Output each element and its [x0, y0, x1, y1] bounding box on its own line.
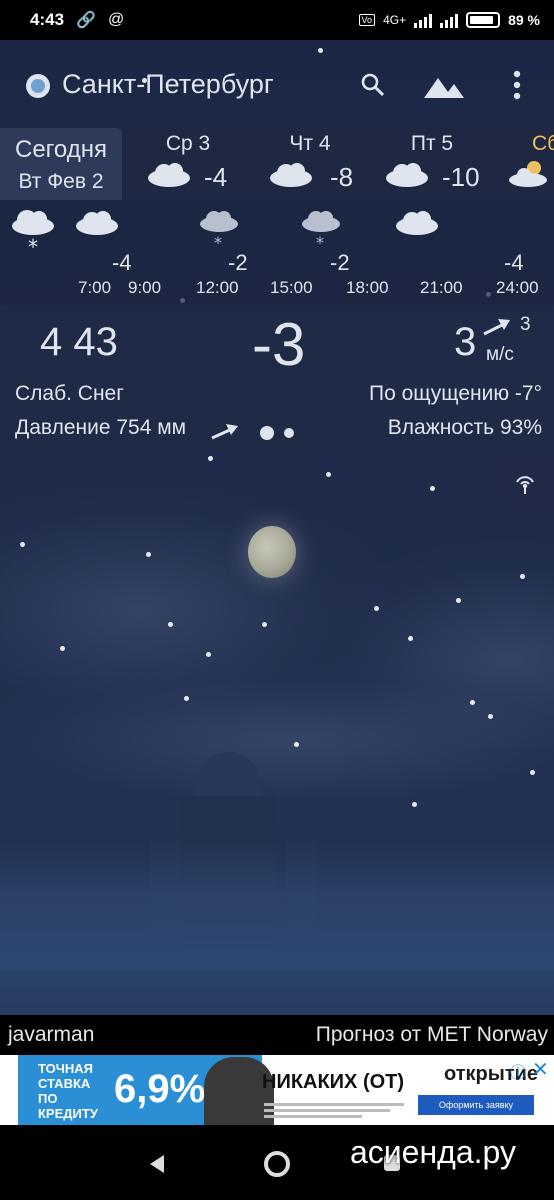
back-button[interactable] — [150, 1155, 164, 1173]
hourly-temp: -4 — [504, 250, 524, 275]
attribution-bar: javarman Прогноз от MET Norway — [0, 1015, 554, 1055]
river — [0, 970, 554, 1015]
today-date: Вт Фев 2 — [18, 170, 104, 193]
day-item[interactable]: Сб — [500, 132, 554, 156]
hourly-temp: -4 — [112, 250, 132, 275]
svg-text:*: * — [214, 233, 222, 250]
wind-value: 3 — [454, 320, 477, 364]
hourly-time: 12:00 — [196, 278, 239, 297]
cloud-icon — [270, 163, 312, 187]
hourly-time: 21:00 — [420, 278, 463, 297]
watermark: асиенда.ру — [350, 1134, 516, 1170]
weather-app: 4:43 🔗 @ Vo 4G+ 89 % Санкт-Петербург Сег… — [0, 0, 554, 1200]
partly-cloudy-icon — [509, 161, 547, 187]
hourly-time: 18:00 — [346, 278, 389, 297]
at-icon: @ — [107, 11, 125, 28]
page-indicator — [260, 426, 294, 440]
svg-text:*: * — [316, 233, 324, 250]
ad-close-icon[interactable]: ✕ — [532, 1057, 549, 1082]
author-link[interactable]: javarman — [8, 1023, 94, 1047]
status-time: 4:43 — [30, 10, 65, 29]
day-name: Чт 4 — [289, 132, 331, 155]
volte-icon: Vo — [358, 14, 376, 26]
day-item[interactable]: Чт 4 — [250, 132, 370, 156]
moon — [248, 526, 296, 578]
ad-disclaimer — [264, 1103, 404, 1118]
home-button[interactable] — [264, 1151, 290, 1177]
hourly-time: 15:00 — [270, 278, 313, 297]
pressure-trend-icon — [211, 424, 238, 440]
ad-rate: 6,9% — [114, 1067, 206, 1111]
ad-info-icon[interactable]: ⓘ — [510, 1059, 526, 1083]
day-name: Сб — [532, 132, 554, 155]
ad-image: ТОЧНАЯ СТАВКА ПО КРЕДИТУ 6,9% — [18, 1055, 274, 1125]
battery-fill — [470, 16, 494, 24]
weather-description: Слаб. Снег — [15, 382, 124, 405]
day-temp: -4 — [204, 162, 228, 192]
radar-icon — [516, 476, 534, 494]
pressure: Давление 754 мм — [15, 416, 187, 439]
today-label: Сегодня — [15, 136, 107, 163]
day-name: Пт 5 — [410, 132, 454, 155]
network-type: 4G+ — [383, 13, 407, 27]
ad-headline: ТОЧНАЯ СТАВКА ПО КРЕДИТУ — [38, 1061, 98, 1121]
signal-icon — [440, 12, 459, 28]
cloud-icon — [386, 163, 428, 187]
day-name: Ср 3 — [165, 132, 211, 155]
hourly-time: 24:00 — [496, 278, 539, 297]
day-item[interactable]: Ср 3 — [128, 132, 248, 156]
current-temp: -3 — [252, 311, 306, 378]
landscape-icon[interactable] — [424, 72, 464, 98]
day-list: Ср 3 -4 Чт 4 -8 Пт 5 -10 Сб — [124, 128, 554, 200]
day-temp: -8 — [330, 162, 354, 192]
status-icons: Vo 4G+ 89 % — [358, 12, 540, 28]
ad-slogan: НИКАКИХ (ОТ) — [262, 1071, 405, 1093]
radar-button[interactable] — [496, 456, 554, 510]
snow-cloud-icon: * — [302, 211, 340, 250]
cloud-icon — [396, 211, 438, 235]
battery-icon — [466, 12, 501, 28]
now-indicator — [26, 74, 50, 98]
snow-cloud-icon: * — [200, 211, 238, 250]
wind-speed: 3 — [520, 314, 531, 335]
ad-cta-button[interactable]: Оформить заявку — [418, 1095, 534, 1115]
hourly-temp: -2 — [330, 250, 350, 275]
wind-unit: м/с — [486, 344, 514, 365]
more-vert-icon[interactable] — [512, 70, 522, 100]
forecast-source[interactable]: Прогноз от MET Norway — [316, 1023, 548, 1047]
status-bar: 4:43 🔗 @ Vo 4G+ 89 % — [0, 0, 554, 40]
day-temp: -10 — [442, 162, 480, 192]
top-bar: Санкт-Петербург — [0, 40, 554, 128]
search-icon[interactable] — [360, 72, 386, 98]
city-title[interactable]: Санкт-Петербург — [62, 69, 274, 100]
day-today[interactable]: Сегодня Вт Фев 2 — [0, 128, 122, 200]
svg-text:*: * — [28, 235, 38, 254]
ad-banner[interactable]: ТОЧНАЯ СТАВКА ПО КРЕДИТУ 6,9% НИКАКИХ (О… — [0, 1055, 554, 1125]
hourly-time: 9:00 — [128, 278, 162, 297]
day-item[interactable]: Пт 5 — [372, 132, 492, 156]
snow-cloud-icon: * — [12, 210, 54, 254]
cloud-icon — [76, 211, 118, 235]
feels-like: По ощущению -7° — [368, 382, 542, 405]
hourly-forecast[interactable]: * * * -4 -2 -2 -4 7:00 9:00 12:00 15:00 … — [0, 200, 554, 305]
daily-forecast: Сегодня Вт Фев 2 Ср 3 -4 Чт 4 -8 Пт 5 -1… — [0, 128, 554, 200]
signal-icon — [414, 12, 433, 28]
current-conditions[interactable]: 4 43 -3 3 3 м/с Слаб. Снег По ощущению -… — [4, 308, 554, 450]
wind-arrow-icon — [483, 319, 510, 336]
hourly-temp: -2 — [228, 250, 248, 275]
battery-percent: 89 % — [508, 12, 540, 28]
humidity: Влажность 93% — [387, 416, 542, 439]
cloud-icon — [148, 163, 190, 187]
link-icon: 🔗 — [76, 12, 96, 29]
current-time: 4 43 — [40, 320, 118, 364]
hourly-time: 7:00 — [78, 278, 112, 297]
